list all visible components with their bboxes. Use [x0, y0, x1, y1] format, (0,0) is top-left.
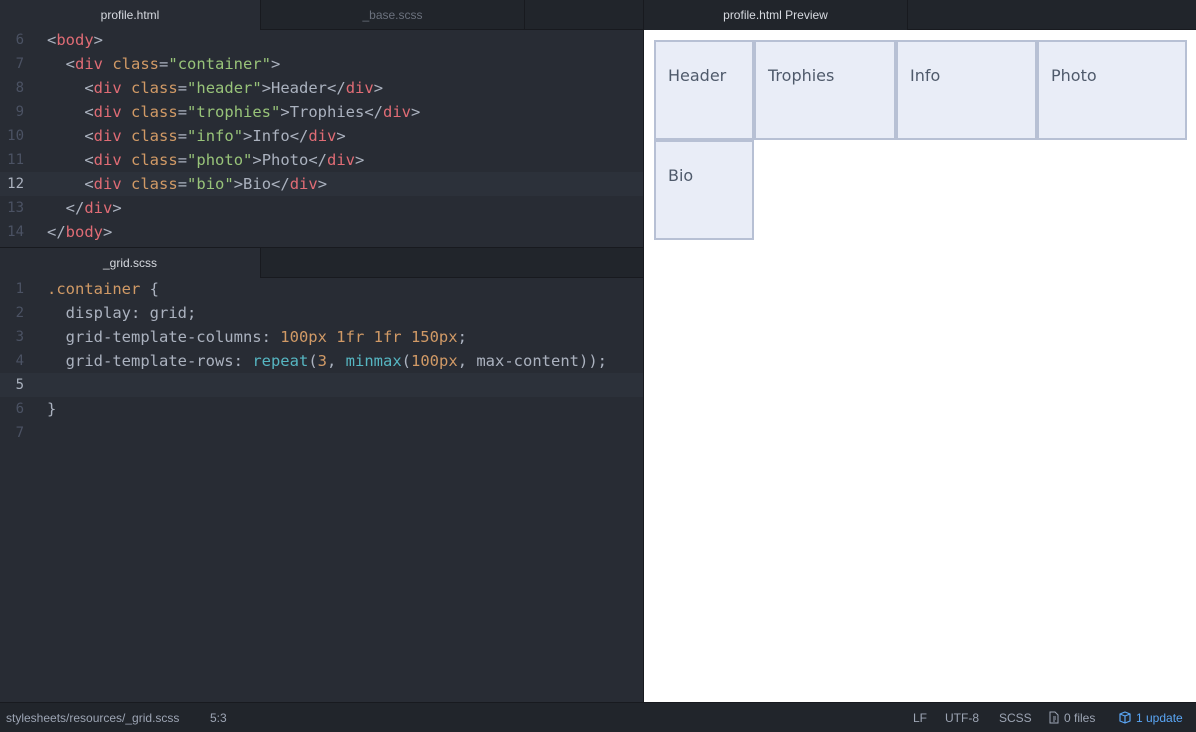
grid-cell-trophies: Trophies	[754, 40, 896, 140]
line-number: 6	[15, 32, 24, 48]
cell-label: Bio	[668, 166, 694, 185]
grid-cell-info: Info	[896, 40, 1037, 140]
code-line[interactable]: 10 <div class="info">Info</div>	[0, 124, 643, 148]
tab-profile-html[interactable]: profile.html	[0, 0, 261, 30]
line-number: 9	[15, 104, 24, 120]
code-text: <div class="header">Header</div>	[47, 79, 384, 97]
code-line[interactable]: 9 <div class="trophies">Trophies</div>	[0, 100, 643, 124]
tab-empty[interactable]	[525, 0, 643, 30]
preview-pane: Header Trophies Info Photo Bio	[644, 30, 1196, 702]
line-number: 7	[15, 425, 24, 441]
code-text: <div class="container">	[47, 55, 281, 73]
line-number: 12	[7, 176, 24, 192]
line-number: 11	[7, 152, 24, 168]
code-line[interactable]: 14 </body>	[0, 220, 643, 244]
tab-label: profile.html	[100, 8, 160, 22]
cell-label: Photo	[1051, 66, 1097, 85]
cell-label: Info	[910, 66, 941, 85]
line-number: 10	[7, 128, 24, 144]
grid-cell-bio: Bio	[654, 140, 754, 240]
grid-cell-photo: Photo	[1037, 40, 1187, 140]
code-line[interactable]: 2 display: grid;	[0, 301, 643, 325]
line-number: 13	[7, 200, 24, 216]
cursor-position[interactable]: 5:3	[210, 703, 227, 732]
tab-preview[interactable]: profile.html Preview	[644, 0, 908, 30]
code-text: <div class="info">Info</div>	[47, 127, 346, 145]
code-text: <div class="photo">Photo</div>	[47, 151, 365, 169]
git-files-label: 0 files	[1064, 711, 1096, 725]
line-number: 2	[15, 305, 24, 321]
cell-label: Header	[668, 66, 727, 85]
line-number: 3	[15, 329, 24, 345]
code-text: grid-template-rows: repeat(3, minmax(100…	[47, 352, 607, 370]
code-line[interactable]: 11 <div class="photo">Photo</div>	[0, 148, 643, 172]
code-line[interactable]: 12 <div class="bio">Bio</div>	[0, 172, 643, 196]
code-line[interactable]: 1 .container {	[0, 277, 643, 301]
code-text: }	[47, 400, 57, 418]
code-line[interactable]: 7	[0, 421, 643, 445]
file-icon	[1049, 711, 1059, 724]
code-text: display: grid;	[47, 304, 197, 322]
line-number: 4	[15, 353, 24, 369]
tab-label: _grid.scss	[102, 256, 158, 270]
line-number: 8	[15, 80, 24, 96]
file-path[interactable]: stylesheets/resources/_grid.scss	[6, 703, 179, 732]
code-text: </div>	[47, 199, 122, 217]
scss-tab-bar: _grid.scss	[0, 248, 643, 278]
line-number: 5	[15, 377, 24, 393]
git-files-status[interactable]: 0 files	[1048, 703, 1095, 732]
code-text: <body>	[47, 31, 104, 49]
tab-label: profile.html Preview	[723, 8, 828, 22]
status-bar: stylesheets/resources/_grid.scss 5:3 LF …	[0, 702, 1196, 732]
code-text: <div class="trophies">Trophies</div>	[47, 103, 421, 121]
line-ending[interactable]: LF	[913, 703, 927, 732]
tab-base-scss[interactable]: _base.scss	[261, 0, 525, 30]
update-label: 1 update	[1136, 711, 1183, 725]
code-line[interactable]: 7 <div class="container">	[0, 52, 643, 76]
package-icon	[1119, 711, 1131, 724]
code-text: .container {	[47, 280, 159, 298]
scss-editor[interactable]: 1 .container {2 display: grid; 3 grid-temp…	[0, 277, 643, 702]
tab-grid-scss[interactable]: _grid.scss	[0, 248, 261, 278]
code-line[interactable]: 3 grid-template-columns: 100px 1fr 1fr 1…	[0, 325, 643, 349]
line-number: 6	[15, 401, 24, 417]
cell-label: Trophies	[768, 66, 835, 85]
grid-cell-header: Header	[654, 40, 754, 140]
tab-label: _base.scss	[362, 8, 423, 22]
code-line[interactable]: 8 <div class="header">Header</div>	[0, 76, 643, 100]
code-line[interactable]: 4 grid-template-rows: repeat(3, minmax(1…	[0, 349, 643, 373]
top-tab-bar-right: profile.html Preview	[644, 0, 1196, 30]
grammar[interactable]: SCSS	[999, 703, 1032, 732]
code-line[interactable]: 6 <body>	[0, 28, 643, 52]
code-line[interactable]: 5	[0, 373, 643, 397]
html-editor[interactable]: 6 <body> 7 <div class="container"> 8 <div c…	[0, 28, 643, 247]
left-pane: profile.html _base.scss 6 <body> 7 <div cl…	[0, 0, 643, 702]
line-number: 14	[7, 224, 24, 240]
code-text: </body>	[47, 223, 113, 241]
update-status[interactable]: 1 update	[1118, 703, 1183, 732]
code-text: <div class="bio">Bio</div>	[47, 175, 328, 193]
code-text: grid-template-columns: 100px 1fr 1fr 150…	[47, 328, 467, 346]
encoding[interactable]: UTF-8	[945, 703, 979, 732]
code-line[interactable]: 13 </div>	[0, 196, 643, 220]
top-tab-bar-left: profile.html _base.scss	[0, 0, 643, 30]
line-number: 1	[15, 281, 24, 297]
line-number: 7	[15, 56, 24, 72]
code-line[interactable]: 6}	[0, 397, 643, 421]
